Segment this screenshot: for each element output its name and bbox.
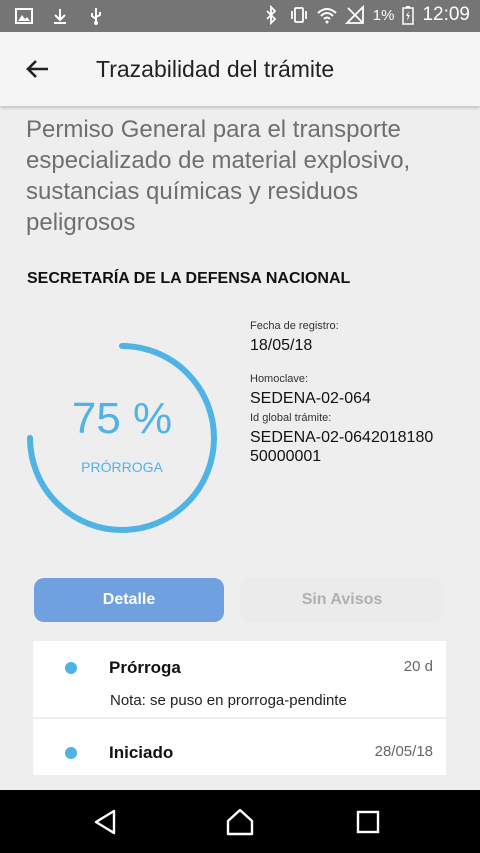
progress-percent: 75 % [71, 394, 173, 443]
status-dot [65, 747, 77, 759]
navigation-bar [0, 790, 480, 853]
no-signal-icon [344, 5, 364, 24]
progress-indicator: 75 % PRÓRROGA [22, 338, 222, 538]
status-dot [65, 662, 77, 674]
clock: 12:09 [422, 4, 470, 25]
battery-percent: 1% [372, 6, 395, 24]
procedure-title: Permiso General para el transporte espec… [26, 116, 411, 236]
agency-name: SECRETARÍA DE LA DEFENSA NACIONAL [27, 270, 351, 287]
battery-icon [402, 6, 415, 25]
wifi-icon [317, 8, 337, 24]
procedure-info: Fecha de registro: 18/05/18 Homoclave: S… [250, 320, 460, 466]
event-note: Nota: se puso en prorroga-pendinte [110, 692, 347, 709]
back-triangle-icon[interactable] [90, 806, 122, 838]
event-title: Iniciado [109, 743, 174, 762]
image-icon [15, 8, 33, 24]
list-item[interactable]: Iniciado 28/05/18 [33, 719, 446, 775]
usb-icon [91, 8, 101, 25]
event-title: Prórroga [109, 658, 181, 677]
registration-date-value: 18/05/18 [250, 337, 313, 354]
tab-sin-avisos[interactable]: Sin Avisos [240, 578, 444, 622]
bluetooth-icon [266, 5, 277, 25]
global-id-value-line2: 50000001 [250, 448, 322, 465]
vibrate-icon [290, 7, 307, 23]
event-date: 20 d [403, 658, 433, 675]
global-id-value-line1: SEDENA-02-0642018180 [250, 429, 434, 446]
tab-detalle[interactable]: Detalle [34, 578, 224, 622]
list-item[interactable]: Prórroga 20 d Nota: se puso en prorroga-… [33, 641, 446, 717]
event-date: 28/05/18 [374, 743, 433, 760]
download-icon [54, 9, 66, 24]
homoclave-label: Homoclave: [250, 373, 309, 385]
home-icon[interactable] [224, 806, 256, 838]
tab-switcher: Detalle Sin Avisos [34, 578, 444, 624]
recents-icon[interactable] [352, 806, 384, 838]
app-bar: Trazabilidad del trámite [0, 32, 480, 106]
progress-status: PRÓRROGA [81, 459, 163, 475]
homoclave-value: SEDENA-02-064 [250, 390, 371, 407]
registration-date-label: Fecha de registro: [250, 320, 339, 332]
arrow-left-icon[interactable] [22, 54, 52, 84]
page-title: Trazabilidad del trámite [96, 56, 335, 82]
status-bar: 1% 12:09 [0, 0, 480, 32]
global-id-label: Id global trámite: [250, 412, 332, 424]
